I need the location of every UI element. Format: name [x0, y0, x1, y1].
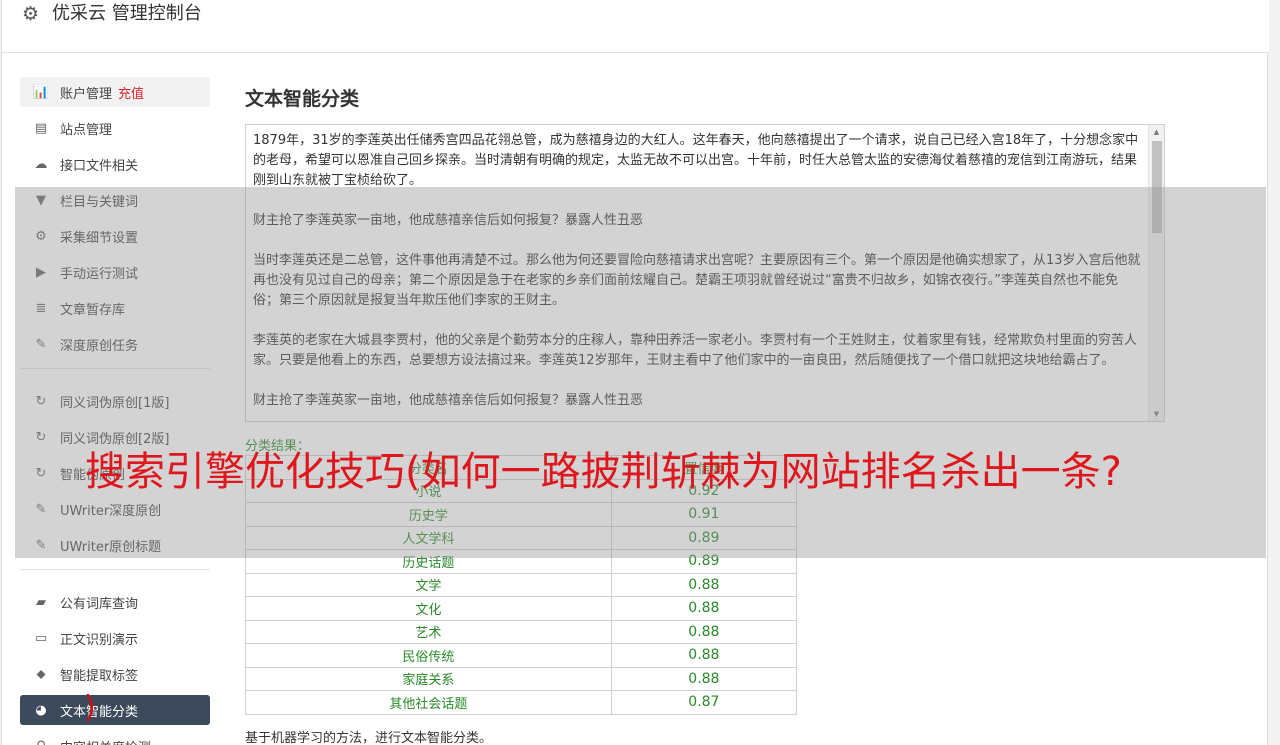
monitor-icon: ▭ [34, 630, 48, 646]
pie-chart-icon: ◕ [35, 702, 47, 718]
table-row: 文化 0.88 [245, 596, 798, 621]
recharge-link[interactable]: 充值 [118, 83, 144, 102]
confidence-cell: 0.88 [610, 643, 798, 668]
search-icon: ⚲ [32, 739, 50, 745]
confidence-cell: 0.87 [610, 690, 798, 715]
table-row: 家庭关系 0.88 [245, 666, 798, 691]
category-cell: 民俗传统 [245, 643, 612, 668]
sidebar-item-label: 内容相关度检测 [60, 737, 151, 745]
overlay-mark: ) [84, 690, 96, 725]
sidebar-item-label: 接口文件相关 [60, 158, 139, 174]
overlay-banner-text: 搜索引擎优化技巧(如何一路披荆斩棘为网站排名杀出一条? [85, 449, 1122, 495]
scroll-up-icon[interactable]: ▲ [1149, 125, 1164, 139]
sidebar-item-label: 公有词库查询 [60, 596, 139, 612]
sidebar-divider [20, 569, 210, 570]
category-cell: 文学 [245, 572, 612, 597]
tag-icon: ⬥ [36, 666, 46, 682]
sidebar-item-label: 站点管理 [60, 122, 113, 138]
sidebar-item-group1-2[interactable]: ☁ 接口文件相关 [20, 149, 210, 179]
sidebar-group-tools: ▰ 公有词库查询 ▭ 正文识别演示 ⬥ 智能提取标签 ◕ 文本智能分类 ⚲ 内容相关度检测 [20, 587, 210, 745]
table-row: 文学 0.88 [245, 572, 798, 597]
sidebar-item-group3-3[interactable]: ◕ 文本智能分类 [20, 695, 210, 725]
sidebar-item-group3-1[interactable]: ▭ 正文识别演示 [20, 623, 210, 653]
sidebar-item-label: 正文识别演示 [60, 632, 139, 648]
overlay-shade [15, 187, 1266, 558]
confidence-cell: 0.88 [610, 596, 798, 621]
sidebar-item-group3-0[interactable]: ▰ 公有词库查询 [20, 587, 210, 617]
sidebar-item-label: 文本智能分类 [60, 704, 139, 720]
page-title: 文本智能分类 [245, 88, 360, 110]
category-cell: 其他社会话题 [245, 690, 612, 715]
server-icon: ▤ [34, 120, 48, 136]
gear-icon: ⚙ [22, 3, 40, 25]
cloud-upload-icon: ☁ [34, 156, 48, 172]
sidebar-item-label: 账户管理 [60, 86, 113, 102]
table-row: 其他社会话题 0.87 [245, 690, 798, 715]
description-note: 基于机器学习的方法，进行文本智能分类。 [245, 731, 493, 745]
category-cell: 文化 [245, 596, 612, 621]
confidence-cell: 0.88 [610, 572, 798, 597]
bar-chart-icon: 📊 [32, 84, 50, 100]
top-bar: ⚙ 优采云 管理控制台 [2, 0, 1269, 53]
category-cell: 家庭关系 [245, 666, 612, 691]
sidebar-item-group1-1[interactable]: ▤ 站点管理 [20, 113, 210, 143]
app-title: 优采云 管理控制台 [52, 3, 202, 24]
table-row: 民俗传统 0.88 [245, 643, 798, 668]
confidence-cell: 0.88 [610, 619, 798, 644]
sidebar-item-group1-0[interactable]: 📊 账户管理 充值 [20, 77, 210, 107]
table-row: 艺术 0.88 [245, 619, 798, 644]
confidence-cell: 0.88 [610, 666, 798, 691]
book-icon: ▰ [36, 594, 46, 610]
sidebar-item-group3-4[interactable]: ⚲ 内容相关度检测 [20, 731, 210, 745]
sidebar-item-label: 智能提取标签 [60, 668, 139, 684]
sidebar-item-group3-2[interactable]: ⬥ 智能提取标签 [20, 659, 210, 689]
category-cell: 艺术 [245, 619, 612, 644]
article-paragraph: 1879年，31岁的李莲英出任储秀宫四品花翎总管，成为慈禧身边的大红人。这年春天… [253, 133, 1139, 188]
